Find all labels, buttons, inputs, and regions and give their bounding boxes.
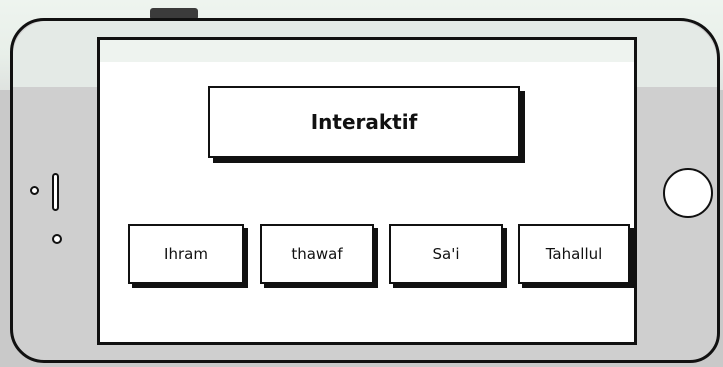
sensor-dot-icon [52,234,62,244]
sai-button-label: Sa'i [432,245,460,263]
speaker-slot-icon [52,173,59,211]
home-button[interactable] [663,168,713,218]
phone-screen: Interaktif Ihram thawaf Sa'i Tahallul [97,37,637,345]
thawaf-button[interactable]: thawaf [260,224,374,284]
screen-top-overlay [100,40,634,62]
front-camera-icon [30,186,39,195]
sai-button[interactable]: Sa'i [389,224,503,284]
tahallul-button-label: Tahallul [545,245,603,263]
thawaf-button-label: thawaf [291,245,343,263]
page-title-box: Interaktif [208,86,520,158]
ihram-button[interactable]: Ihram [128,224,244,284]
page-title: Interaktif [310,110,418,134]
ihram-button-label: Ihram [164,245,208,263]
tahallul-button[interactable]: Tahallul [518,224,630,284]
